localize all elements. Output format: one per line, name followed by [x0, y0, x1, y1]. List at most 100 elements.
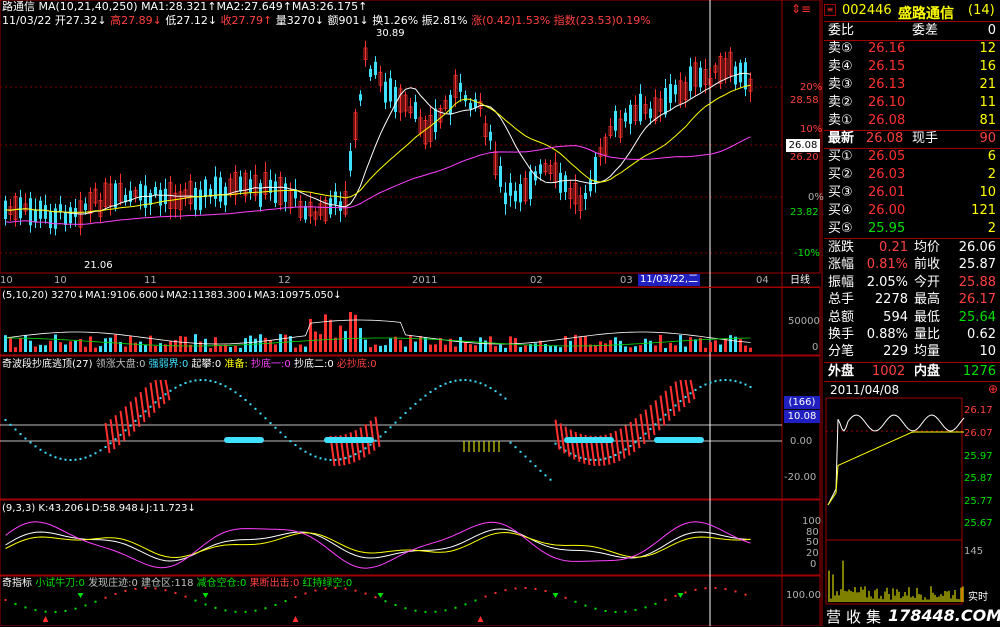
- order-book-row[interactable]: 买⑤ 25.95 2: [824, 220, 1000, 238]
- candle: [504, 192, 507, 205]
- signal-dot: [14, 602, 17, 605]
- wave-dot: [689, 392, 692, 395]
- wave-dot: [159, 397, 162, 400]
- volume-bar: [599, 341, 602, 352]
- signal-dot: [494, 591, 497, 594]
- volume-bar: [744, 345, 747, 352]
- signal-dot: [654, 602, 657, 605]
- period-label[interactable]: 日线: [790, 275, 810, 287]
- kdj-line: [5, 521, 751, 569]
- order-book-row[interactable]: 买① 26.05 6: [824, 148, 1000, 166]
- volume-bar: [674, 345, 677, 352]
- wave-stripe: [139, 391, 146, 423]
- wave-stripe: [674, 381, 681, 412]
- signal-dot: [584, 604, 587, 607]
- mini-chart-date: 2011/04/08: [830, 383, 900, 397]
- volume-bar: [649, 340, 652, 352]
- wave-dot: [659, 418, 662, 421]
- volume-bar: [409, 335, 412, 352]
- signal-dot: [484, 595, 487, 598]
- order-volume: 10: [979, 185, 996, 200]
- signal-dot: [564, 596, 567, 599]
- mini-chart-group: [825, 397, 965, 605]
- volume-bar: [159, 343, 162, 352]
- signal-dot: [684, 591, 687, 594]
- signal-dot: [284, 600, 287, 603]
- order-book-row[interactable]: 卖③ 26.13 21: [824, 76, 1000, 94]
- mini-chart-expand-icon[interactable]: ⊕: [988, 382, 998, 396]
- volume-bar: [184, 336, 187, 352]
- crosshair-date-label: 11/03/22,二: [638, 274, 701, 286]
- kdj-axis-0: 0: [810, 559, 817, 570]
- tab-ji[interactable]: 集: [866, 606, 881, 627]
- high-marker: 30.89: [376, 28, 405, 39]
- wave-dot: [749, 386, 752, 389]
- order-price: 26.03: [868, 167, 906, 182]
- time-label: 12: [278, 275, 291, 286]
- volume-bar: [734, 336, 737, 352]
- volume-bar: [374, 344, 377, 352]
- wave-dot: [539, 469, 542, 472]
- volume-bar: [24, 335, 27, 352]
- signal-dot: [34, 609, 37, 612]
- ohlc-close: 收27.79↑: [220, 14, 273, 27]
- tab-ying[interactable]: 营: [826, 606, 841, 627]
- volume-bar: [279, 334, 282, 352]
- volume-bar: [404, 346, 407, 352]
- wave-stripe: [109, 419, 116, 450]
- volume-bar: [259, 334, 262, 352]
- signal-dot: [504, 589, 507, 592]
- order-book-row[interactable]: 卖⑤ 26.16 12: [824, 40, 1000, 58]
- wave-dot: [499, 393, 502, 396]
- wave-title: 奇波段抄底逃顶(27) 领涨大盘:0 强弱界:0 起攀:0 准备: 抄底一:0 …: [2, 359, 377, 371]
- wave-dot: [709, 381, 712, 384]
- volume-bar: [514, 338, 517, 352]
- wave-stripe: [624, 425, 631, 456]
- order-book-row[interactable]: 买③ 26.01 10: [824, 184, 1000, 202]
- wave-dot: [424, 394, 427, 397]
- wave-dot: [379, 435, 382, 438]
- signal-axis-100: 100.00: [786, 590, 821, 601]
- candle: [34, 209, 37, 222]
- volume-bar: [234, 345, 237, 352]
- wave-stripe: [559, 423, 566, 454]
- order-book-row[interactable]: 卖① 26.08 81: [824, 112, 1000, 130]
- wave-dot: [679, 400, 682, 403]
- wave-dot: [124, 429, 127, 432]
- candle: [394, 86, 397, 112]
- chart-corner-icon[interactable]: ⇕≡: [782, 2, 820, 16]
- tab-shou[interactable]: 收: [846, 606, 861, 627]
- signal-dot: [534, 587, 537, 590]
- signal-dot: [604, 609, 607, 612]
- wave-dot: [254, 407, 257, 410]
- order-level-label: 买④: [828, 203, 853, 218]
- wave-dot: [239, 395, 242, 398]
- candle: [149, 193, 152, 205]
- order-book-row[interactable]: 卖④ 26.15 16: [824, 58, 1000, 76]
- legend-item: 建仓区:118: [137, 578, 194, 589]
- wave-stripe: [349, 432, 356, 463]
- candle: [349, 151, 352, 171]
- wave-stripe: [669, 385, 676, 417]
- order-book-row[interactable]: 买② 26.03 2: [824, 166, 1000, 184]
- weicha-value: 0: [987, 23, 996, 38]
- ohlc-open: 开27.32↓: [54, 14, 107, 27]
- quote-menu-icon[interactable]: ≡: [824, 4, 836, 16]
- ma-line: [5, 136, 751, 225]
- ohlc-line: 11/03/22 开27.32↓ 高27.89↓ 低27.12↓ 收27.79↑…: [2, 15, 651, 27]
- order-book-row[interactable]: 卖② 26.10 11: [824, 94, 1000, 112]
- mini-avg-line: [827, 431, 964, 506]
- volume-bar: [429, 344, 432, 352]
- signal-down-arrow: [677, 593, 684, 598]
- inner-label: 内盘: [914, 364, 941, 379]
- signal-dot: [444, 609, 447, 612]
- wave-dot: [14, 428, 17, 431]
- wave-dot: [389, 426, 392, 429]
- ohlc-high: 高27.89↓: [110, 14, 162, 27]
- order-book-row[interactable]: 买④ 26.00 121: [824, 202, 1000, 220]
- ma-title: 路通信 MA(10,21,40,250) MA1:28.321↑MA2:27.6…: [2, 0, 368, 13]
- wave-dot: [739, 381, 742, 384]
- volume-bar: [269, 340, 272, 352]
- realtime-tab[interactable]: 实时: [968, 592, 988, 604]
- wave-dot: [529, 460, 532, 463]
